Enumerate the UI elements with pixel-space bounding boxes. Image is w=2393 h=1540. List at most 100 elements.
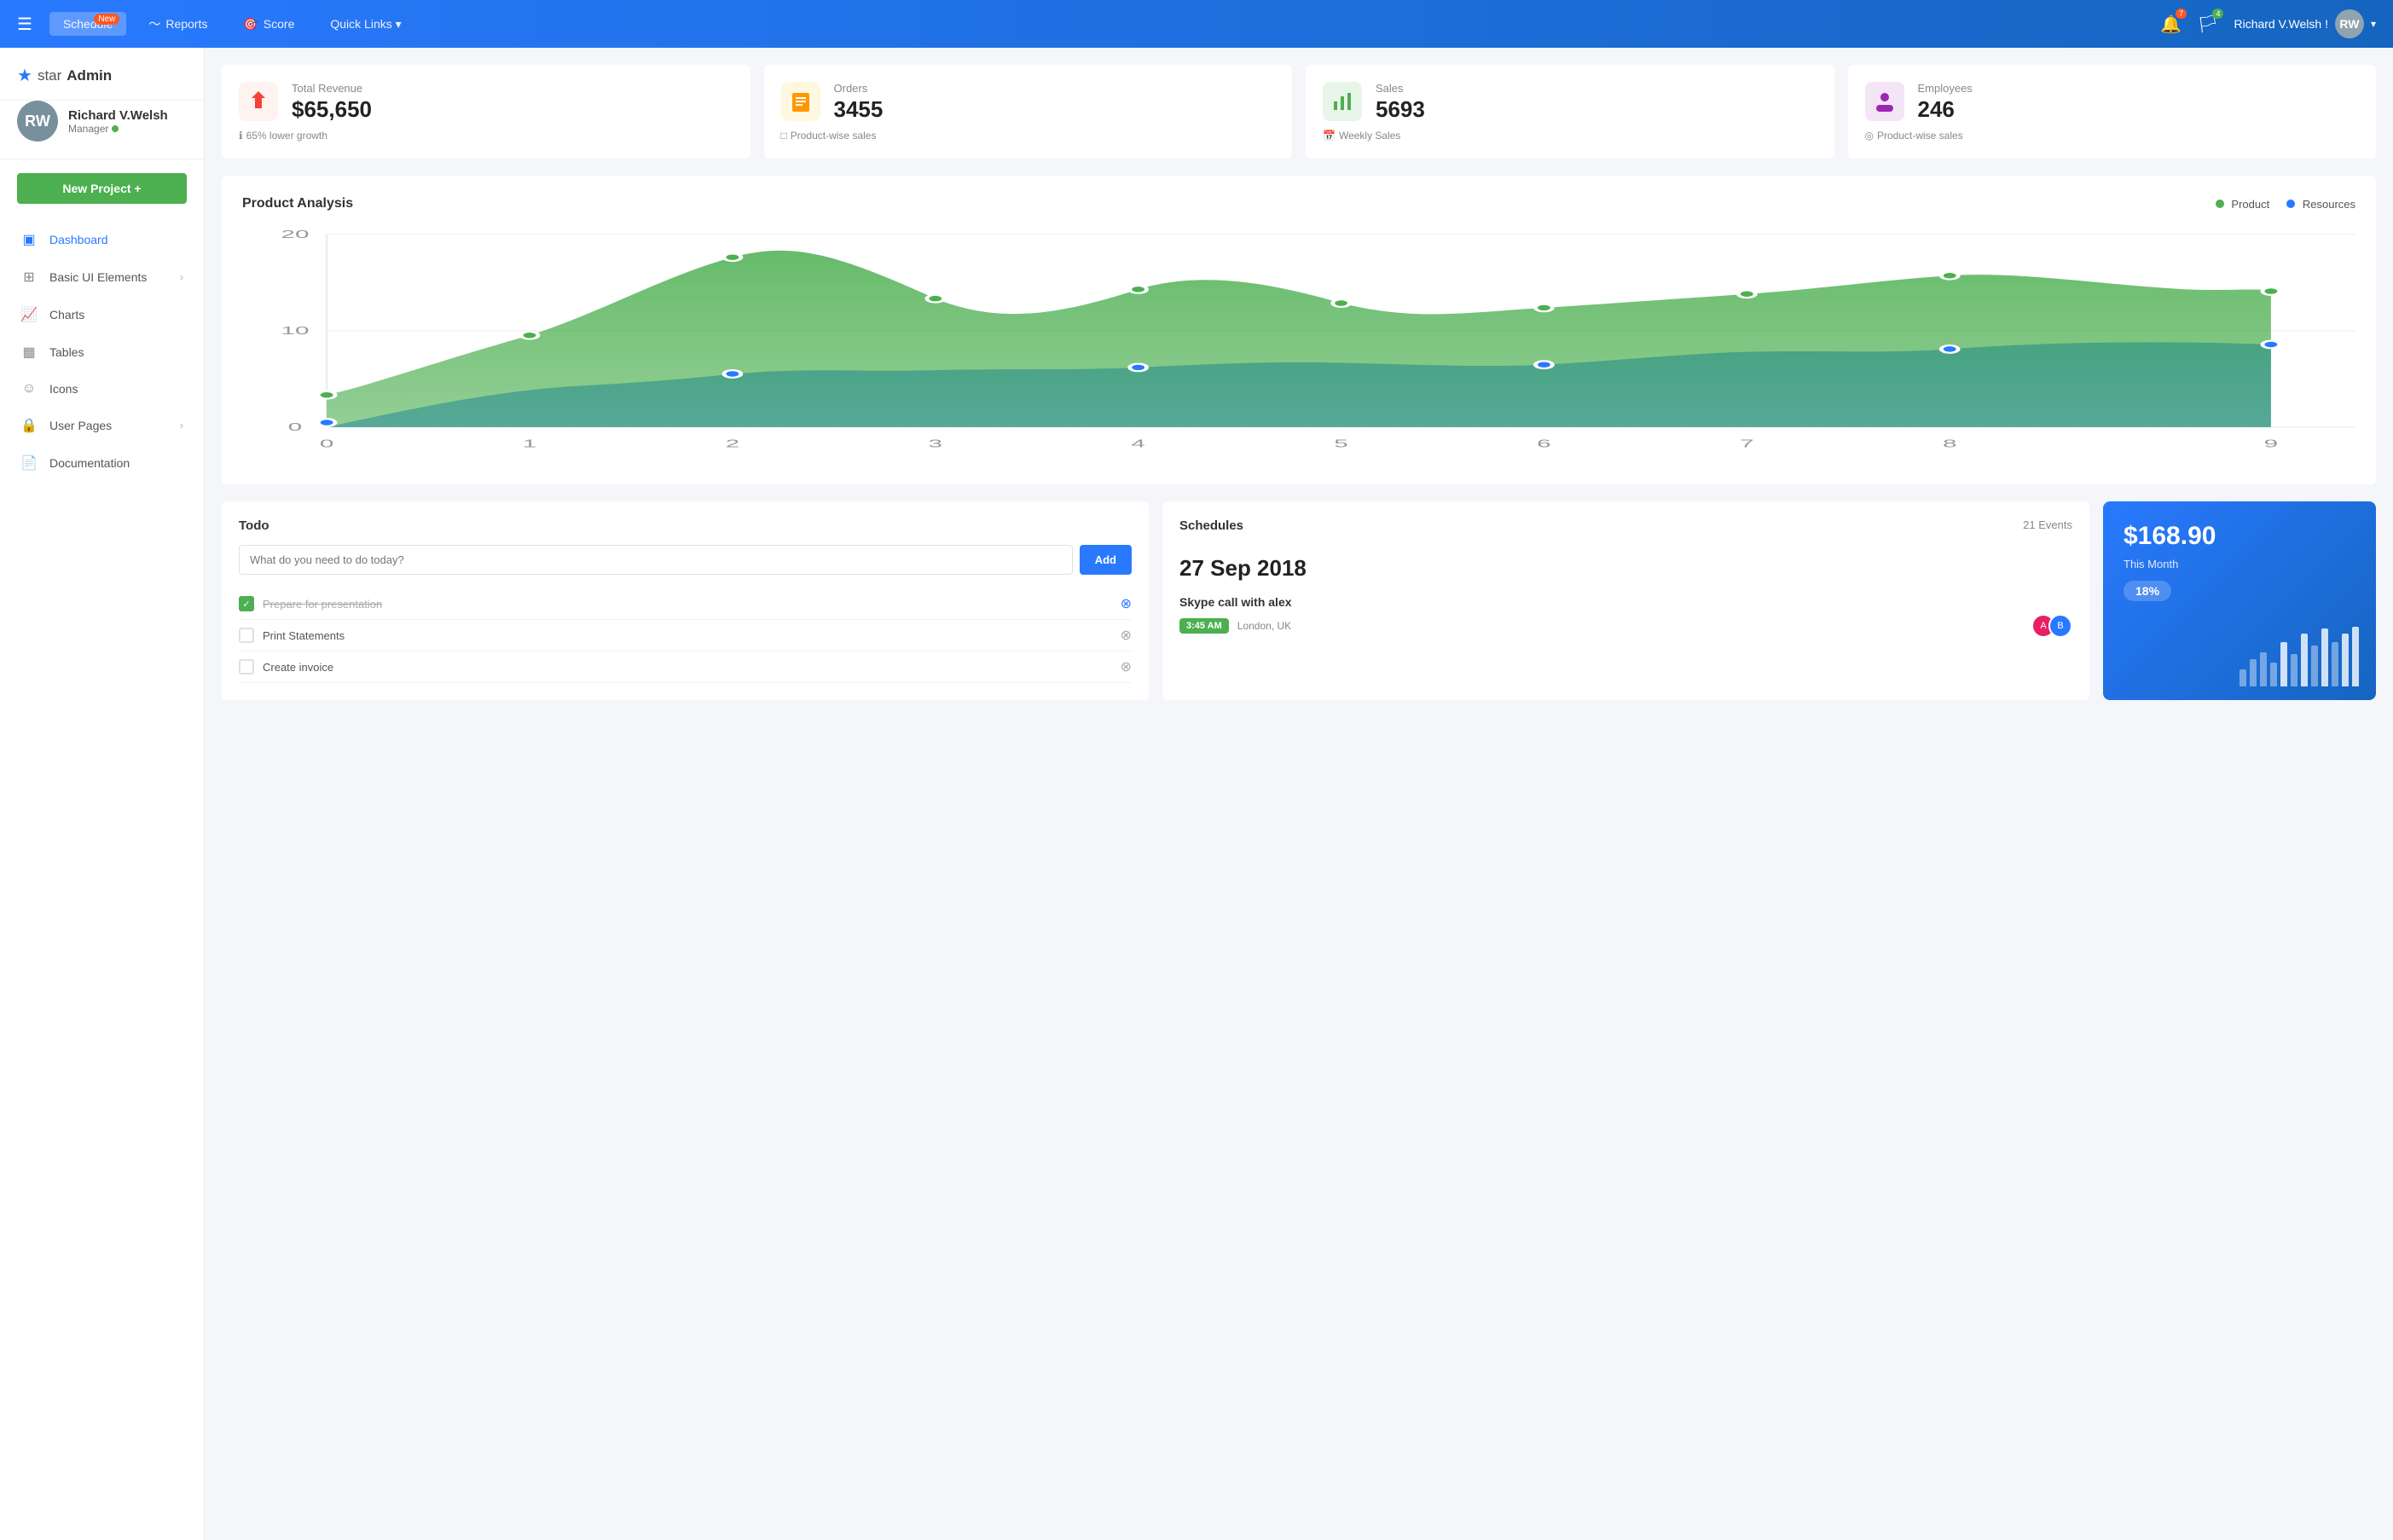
chart-header: Product Analysis Product Resources xyxy=(242,196,2355,211)
todo-text-1: Prepare for presentation xyxy=(263,598,1112,611)
main-content: Total Revenue $65,650 ℹ 65% lower growth xyxy=(205,48,2393,1540)
revenue-amount: $168.90 xyxy=(2124,522,2355,551)
mini-bar xyxy=(2291,654,2297,686)
sidebar-item-dashboard[interactable]: ▣ Dashboard xyxy=(0,221,204,258)
todo-close-2[interactable]: ⊗ xyxy=(1121,627,1132,644)
product-dot xyxy=(2216,200,2224,208)
mini-bar xyxy=(2270,663,2277,686)
sidebar-avatar: RW xyxy=(17,101,58,142)
event-location: London, UK xyxy=(1237,620,1291,632)
todo-item-1: ✓ Prepare for presentation ⊗ xyxy=(239,588,1132,620)
todo-text-3: Create invoice xyxy=(263,661,1112,674)
sidebar-item-charts[interactable]: 📈 Charts xyxy=(0,296,204,333)
orders-sub: □ Product-wise sales xyxy=(781,130,1276,142)
dashboard-icon: ▣ xyxy=(20,231,38,248)
mini-bar xyxy=(2250,659,2257,686)
user-menu[interactable]: Richard V.Welsh ! RW ▾ xyxy=(2234,9,2376,38)
icons-icon: ☺ xyxy=(20,381,38,397)
revenue-label: Total Revenue xyxy=(292,82,372,95)
orders-info: Orders 3455 xyxy=(834,82,884,123)
todo-close-1[interactable]: ⊗ xyxy=(1121,595,1132,612)
online-indicator xyxy=(112,125,119,132)
notifications-button[interactable]: 🔔 7 xyxy=(2160,14,2182,35)
todo-input[interactable] xyxy=(239,545,1073,575)
schedules-card: Schedules 21 Events 27 Sep 2018 Skype ca… xyxy=(1162,501,2089,700)
reports-icon: 〜 xyxy=(148,15,160,32)
mini-bar xyxy=(2301,634,2308,686)
hamburger-menu[interactable]: ☰ xyxy=(17,14,32,35)
notifications-badge: 7 xyxy=(2176,9,2187,19)
nav-right-area: 🔔 7 🏳 4 Richard V.Welsh ! RW ▾ xyxy=(2160,9,2376,38)
reports-label: Reports xyxy=(165,17,207,31)
stat-card-revenue: Total Revenue $65,650 ℹ 65% lower growth xyxy=(222,65,750,159)
mini-bars xyxy=(2239,627,2359,686)
lock-icon: 🔒 xyxy=(20,417,38,434)
mini-bar xyxy=(2352,627,2359,686)
bottom-row: Todo Add ✓ Prepare for presentation ⊗ Pr… xyxy=(222,501,2376,700)
mini-bar xyxy=(2332,642,2338,686)
chart-container: 20 10 0 0 1 2 3 4 5 6 7 8 9 xyxy=(242,225,2355,464)
star-icon: ★ xyxy=(17,65,32,86)
sales-icon xyxy=(1323,82,1362,121)
sidebar-brand: ★ star Admin xyxy=(0,65,204,101)
chart-svg: 20 10 0 0 1 2 3 4 5 6 7 8 9 xyxy=(242,225,2355,464)
svg-text:2: 2 xyxy=(726,437,740,450)
sidebar-user-role: Manager xyxy=(68,123,168,135)
brand-admin: Admin xyxy=(67,67,112,84)
chevron-down-icon: ▾ xyxy=(2371,18,2376,30)
alerts-button[interactable]: 🏳 4 xyxy=(2197,14,2218,35)
ui-elements-icon: ⊞ xyxy=(20,269,38,286)
mini-bar xyxy=(2239,669,2246,686)
todo-checkbox-2[interactable] xyxy=(239,628,254,643)
mini-bar xyxy=(2280,642,2287,686)
stat-card-orders: Orders 3455 □ Product-wise sales xyxy=(764,65,1293,159)
svg-text:4: 4 xyxy=(1131,437,1145,450)
svg-text:3: 3 xyxy=(929,437,943,450)
mini-bar xyxy=(2311,646,2318,686)
stat-card-employees: Employees 246 ◎ Product-wise sales xyxy=(1848,65,2377,159)
events-count: 21 Events xyxy=(2023,518,2072,531)
sidebar-item-tables[interactable]: ▦ Tables xyxy=(0,333,204,371)
revenue-value: $65,650 xyxy=(292,96,372,123)
add-todo-button[interactable]: Add xyxy=(1080,545,1132,575)
revenue-mini-card: $168.90 This Month 18% xyxy=(2103,501,2376,700)
sidebar-item-basic-ui[interactable]: ⊞ Basic UI Elements › xyxy=(0,258,204,296)
todo-card: Todo Add ✓ Prepare for presentation ⊗ Pr… xyxy=(222,501,1149,700)
sidebar-item-label: Tables xyxy=(49,345,84,359)
sidebar-item-icons[interactable]: ☺ Icons xyxy=(0,371,204,407)
nav-item-schedule[interactable]: Schedule New xyxy=(49,12,126,36)
sidebar-item-user-pages[interactable]: 🔒 User Pages › xyxy=(0,407,204,444)
new-project-button[interactable]: New Project + xyxy=(17,173,187,204)
charts-icon: 📈 xyxy=(20,306,38,323)
chevron-right-icon: › xyxy=(180,420,183,431)
orders-icon xyxy=(781,82,820,121)
svg-text:10: 10 xyxy=(281,324,309,337)
user-avatar: RW xyxy=(2335,9,2364,38)
sidebar-user-name: Richard V.Welsh xyxy=(68,108,168,123)
chevron-right-icon: › xyxy=(180,271,183,283)
svg-text:9: 9 xyxy=(2264,437,2279,450)
nav-item-score[interactable]: 🎯 Score xyxy=(229,12,308,37)
sidebar-item-label: User Pages xyxy=(49,419,112,432)
sales-sub: 📅 Weekly Sales xyxy=(1323,130,1817,142)
nav-item-reports[interactable]: 〜 Reports xyxy=(135,10,221,38)
employees-value: 246 xyxy=(1918,96,1973,123)
top-navigation: ☰ Schedule New 〜 Reports 🎯 Score Quick L… xyxy=(0,0,2393,48)
revenue-icon xyxy=(239,82,278,121)
svg-text:6: 6 xyxy=(1537,437,1551,450)
event-title: Skype call with alex xyxy=(1179,595,2072,609)
sidebar: ★ star Admin RW Richard V.Welsh Manager … xyxy=(0,48,205,1540)
nav-item-quick-links[interactable]: Quick Links ▾ xyxy=(316,12,414,37)
time-badge: 3:45 AM xyxy=(1179,618,1229,634)
stat-card-sales: Sales 5693 📅 Weekly Sales xyxy=(1306,65,1834,159)
product-area xyxy=(327,251,2271,427)
todo-close-3[interactable]: ⊗ xyxy=(1121,658,1132,675)
todo-checkbox-1[interactable]: ✓ xyxy=(239,596,254,611)
sidebar-item-label: Charts xyxy=(49,308,84,321)
todo-checkbox-3[interactable] xyxy=(239,659,254,674)
sidebar-item-label: Basic UI Elements xyxy=(49,270,147,284)
schedules-title: Schedules xyxy=(1179,518,1243,533)
sidebar-item-documentation[interactable]: 📄 Documentation xyxy=(0,444,204,482)
score-label: Score xyxy=(264,17,295,31)
quick-links-label: Quick Links ▾ xyxy=(330,17,401,32)
